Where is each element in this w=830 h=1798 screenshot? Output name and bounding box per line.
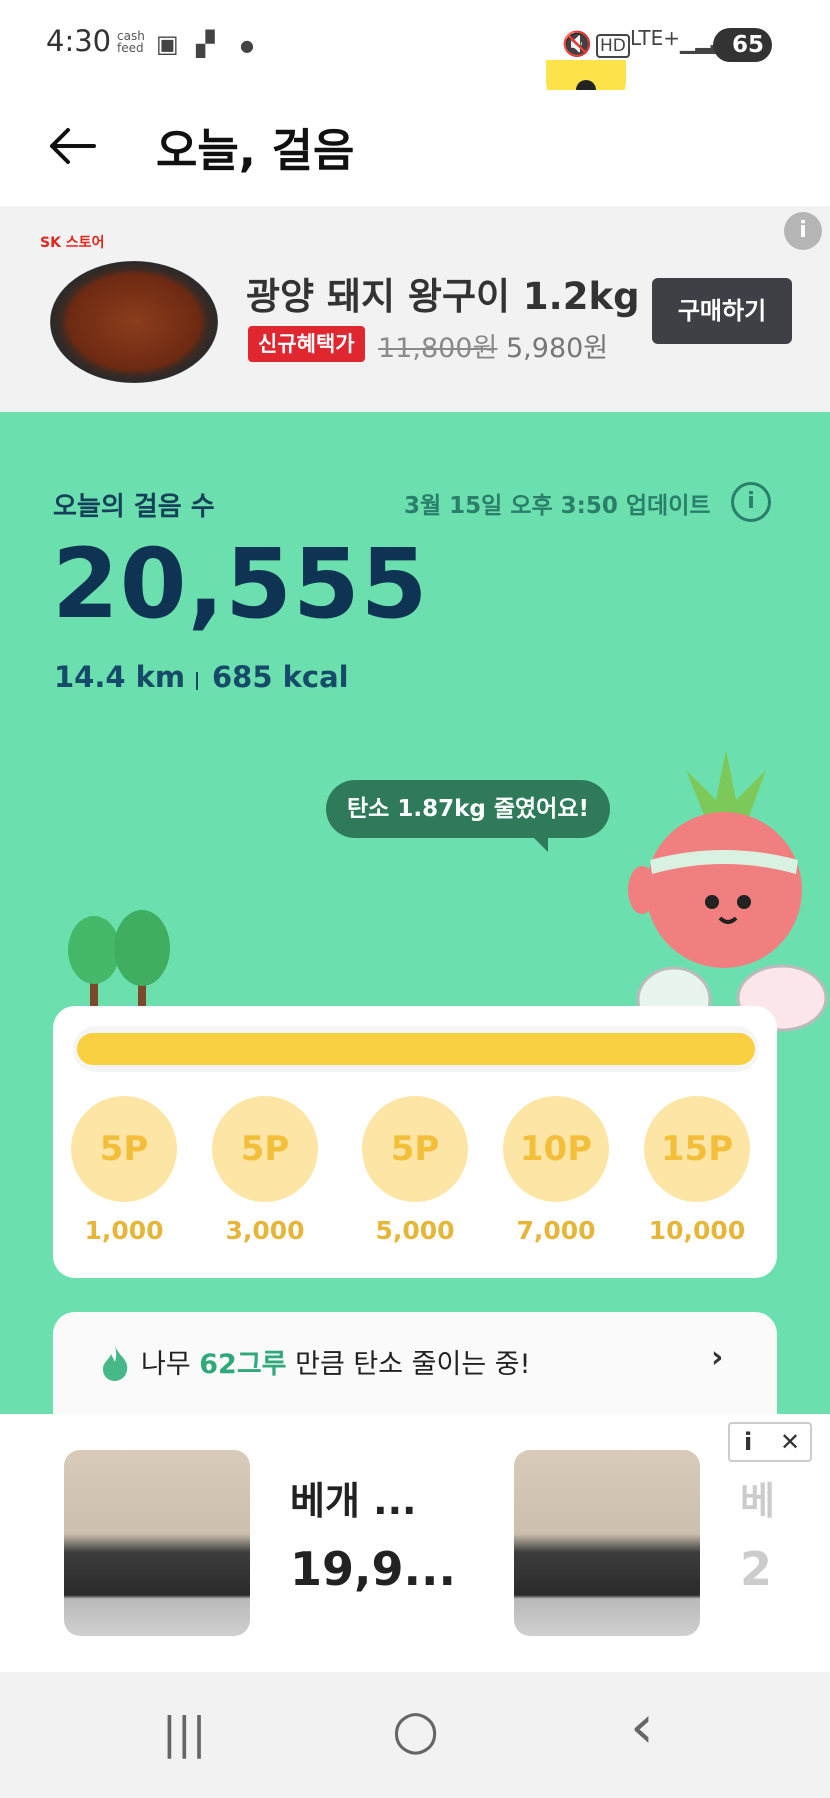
ad-partial-price: 2 [740, 1542, 773, 1596]
tree-carbon-banner[interactable]: 나무 62그루 만큼 탄소 줄이는 중! › [53, 1312, 777, 1414]
ad-info-icon[interactable]: i [744, 1428, 752, 1456]
reward-coin[interactable]: 5P [212, 1096, 318, 1202]
cashfeed-icon: cash feed [117, 29, 145, 55]
home-button[interactable]: ○ [392, 1698, 439, 1761]
chevron-right-icon[interactable]: › [711, 1340, 723, 1375]
page-title: 오늘, 걸음 [156, 124, 355, 177]
ad-partial-name: 베 [740, 1479, 775, 1523]
ad-controls: i ✕ [728, 1422, 812, 1462]
steps-section: 오늘의 걸음 수 3월 15일 오후 3:50 업데이트 i 20,555 14… [0, 412, 830, 1414]
step-count: 20,555 [52, 528, 429, 640]
trees-illustration [68, 910, 170, 1018]
reward-goal: 5,000 [375, 1216, 455, 1245]
back-arrow-icon[interactable] [44, 118, 100, 174]
reward-item[interactable]: 5P 1,000 [71, 1096, 177, 1245]
status-bar: 4:30 cash feed ▣ ▞ ● 🔇 HD LTE+ ▁▂▃ 65 [0, 0, 830, 90]
system-nav-bar: ||| ○ ‹ [0, 1672, 830, 1798]
product-ad-banner[interactable]: SK 스토어 i 광양 돼지 왕구이 1.2kg 신규혜택가 11,800원 5… [0, 206, 830, 412]
original-price: 11,800원 [378, 333, 498, 364]
battery-indicator: 65 [713, 28, 772, 62]
sk-store-logo: SK 스토어 [40, 235, 105, 251]
promo-badge: 신규혜택가 [248, 326, 365, 362]
pillow-product-image[interactable] [514, 1450, 700, 1636]
reward-coin[interactable]: 10P [503, 1096, 609, 1202]
app-header: 오늘, 걸음 [0, 90, 830, 206]
reward-progress-card: 5P 1,000 5P 3,000 5P 5,000 10P 7,000 15P… [53, 1006, 777, 1278]
progress-track [73, 1026, 759, 1072]
mute-icon: 🔇 [562, 30, 592, 58]
reward-goal: 10,000 [648, 1216, 746, 1245]
tree-text-suffix: 만큼 탄소 줄이는 중! [286, 1349, 531, 1380]
progress-fill [77, 1033, 755, 1065]
recent-apps-button[interactable]: ||| [162, 1708, 206, 1759]
reward-goal: 7,000 [516, 1216, 596, 1245]
steps-info-icon[interactable]: i [731, 482, 771, 522]
lte-icon: LTE+ [630, 26, 680, 50]
ad-product-price: 19,9... [290, 1542, 456, 1596]
status-time: 4:30 [46, 24, 112, 58]
ad-product-name[interactable]: 베개 ... [290, 1470, 416, 1525]
back-button[interactable]: ‹ [630, 1692, 654, 1762]
distance-value: 14.4 km [54, 660, 186, 694]
reward-coin[interactable]: 15P [644, 1096, 750, 1202]
close-icon[interactable]: ✕ [780, 1428, 800, 1456]
reward-item[interactable]: 10P 7,000 [503, 1096, 609, 1245]
tree-text-prefix: 나무 [141, 1349, 200, 1380]
update-timestamp: 3월 15일 오후 3:50 업데이트 [404, 493, 711, 519]
radish-mascot-illustration [628, 750, 828, 1034]
flame-icon [103, 1346, 128, 1381]
reward-item[interactable]: 5P 5,000 [362, 1096, 468, 1245]
divider [196, 672, 198, 690]
pillow-product-image[interactable] [64, 1450, 250, 1636]
tree-count: 62그루 [199, 1349, 287, 1380]
reward-coin[interactable]: 5P [362, 1096, 468, 1202]
reward-item[interactable]: 5P 3,000 [212, 1096, 318, 1245]
app-icon: ▞ [196, 30, 215, 58]
notification-dot-icon: ● [240, 36, 254, 55]
steps-label: 오늘의 걸음 수 [53, 492, 215, 522]
tree-carbon-text: 나무 62그루 만큼 탄소 줄이는 중! [141, 1342, 530, 1381]
screenshot-icon: ▣ [156, 30, 179, 58]
sale-price: 5,980원 [506, 333, 609, 364]
hd-icon: HD [596, 34, 630, 58]
product-name[interactable]: 광양 돼지 왕구이 1.2kg [246, 266, 640, 320]
reward-goal: 1,000 [84, 1216, 164, 1245]
reward-goal: 3,000 [225, 1216, 305, 1245]
ad-info-icon[interactable]: i [784, 212, 822, 250]
reward-coin[interactable]: 5P [71, 1096, 177, 1202]
product-image[interactable] [50, 261, 218, 383]
carbon-speech-bubble: 탄소 1.87kg 줄였어요! [326, 780, 610, 852]
reward-item[interactable]: 15P 10,000 [644, 1096, 750, 1245]
bottom-ad-banner[interactable]: 베개 ... 19,9... 베 2 i ✕ [0, 1414, 830, 1672]
buy-button[interactable]: 구매하기 [652, 278, 792, 344]
calories-value: 685 kcal [212, 660, 349, 694]
